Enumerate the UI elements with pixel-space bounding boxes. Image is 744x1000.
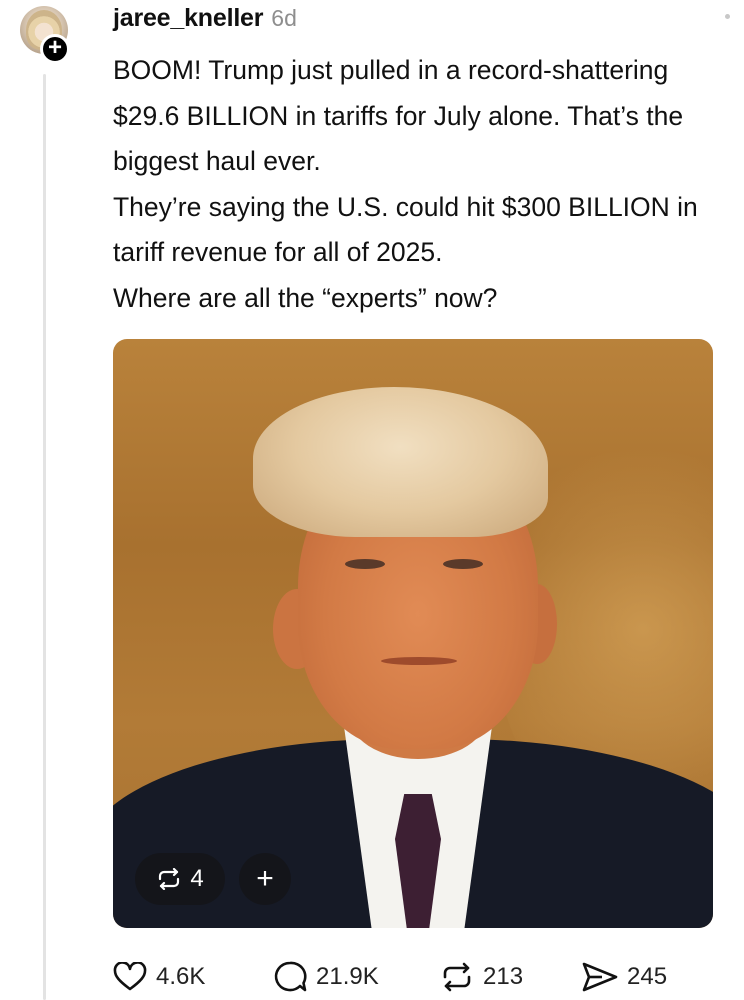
share-count: 245: [627, 963, 668, 990]
post-header: jaree_kneller 6d: [113, 4, 297, 40]
follow-button[interactable]: +: [40, 34, 70, 64]
like-button[interactable]: 4.6K: [113, 955, 205, 999]
repost-button[interactable]: 213: [440, 955, 523, 999]
reply-count: 21.9K: [316, 963, 379, 990]
repost-icon: [159, 868, 180, 890]
paper-plane-icon: [582, 962, 618, 992]
repost-count: 213: [483, 963, 524, 990]
post-time: 6d: [271, 5, 297, 31]
speech-bubble-icon: [274, 961, 307, 992]
thread-line: [43, 74, 46, 1000]
more-options-icon[interactable]: [725, 14, 730, 19]
username[interactable]: jaree_kneller: [113, 4, 263, 33]
reply-button[interactable]: 21.9K: [273, 955, 379, 999]
image-repost-count: 4: [190, 865, 204, 892]
post-image[interactable]: 4 +: [113, 339, 713, 928]
share-button[interactable]: 245: [582, 955, 667, 999]
repost-arrows-icon: [443, 962, 471, 992]
image-repost-chip[interactable]: 4: [135, 853, 225, 905]
like-count: 4.6K: [156, 963, 206, 990]
post-text: BOOM! Trump just pulled in a record-shat…: [113, 55, 698, 313]
image-add-button[interactable]: +: [239, 853, 291, 905]
action-bar: 4.6K 21.9K 213 245: [113, 955, 713, 999]
heart-icon: [113, 962, 147, 991]
